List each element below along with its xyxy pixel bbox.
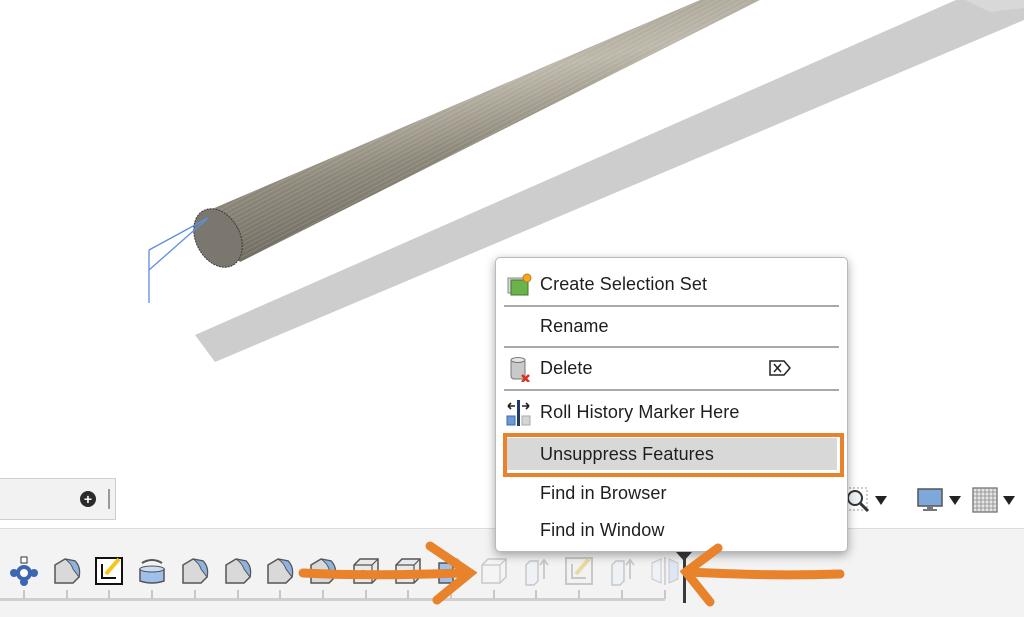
timeline-feature[interactable]: * <box>435 555 467 587</box>
timeline-feature[interactable] <box>51 555 83 587</box>
timeline-feature[interactable] <box>350 555 382 587</box>
browser-panel: + <box>0 478 116 520</box>
roll-history-marker-icon <box>506 400 531 426</box>
timeline-feature-suppressed[interactable] <box>520 555 552 587</box>
chevron-down-icon[interactable] <box>875 495 887 505</box>
menu-item-label: Roll History Marker Here <box>540 401 740 422</box>
timeline-tick <box>364 590 367 599</box>
timeline-tick <box>620 590 623 599</box>
extrude-icon <box>525 558 550 586</box>
menu-item-label: Find in Browser <box>540 482 667 503</box>
backspace-delete-key-icon <box>769 360 791 376</box>
display-settings-icon <box>917 488 943 511</box>
history-marker[interactable] <box>683 555 686 603</box>
joint-origin-icon <box>10 556 38 586</box>
menu-separator <box>504 346 839 348</box>
box-icon <box>395 558 422 584</box>
timeline-track <box>0 598 665 601</box>
timeline-tick <box>108 590 111 599</box>
fillet-icon <box>53 558 80 584</box>
timeline-tick <box>321 590 324 599</box>
timeline-tick <box>236 590 239 599</box>
timeline-feature[interactable] <box>392 555 424 587</box>
fillet-icon <box>310 558 337 584</box>
grid-settings-button[interactable] <box>972 486 1015 514</box>
grid-icon <box>972 487 998 513</box>
menu-item-create-selection-set[interactable]: Create Selection Set <box>504 267 839 301</box>
fillet-icon <box>267 558 294 584</box>
display-settings-button[interactable] <box>916 486 961 514</box>
timeline-feature-suppressed[interactable] <box>563 555 595 587</box>
timeline-tick <box>407 590 410 599</box>
menu-item-delete[interactable]: Delete <box>504 351 839 385</box>
chevron-down-icon[interactable] <box>1003 495 1015 505</box>
panel-resize-handle[interactable] <box>108 489 110 509</box>
menu-item-find-in-window[interactable]: Find in Window <box>504 513 839 547</box>
highlight-callout-box <box>503 433 844 477</box>
menu-item-label: Rename <box>540 315 609 336</box>
thread-icon: * <box>438 556 460 584</box>
sketch-icon <box>565 557 594 585</box>
timeline-feature[interactable] <box>136 555 168 587</box>
zoom-window-button[interactable] <box>844 486 887 514</box>
timeline-tick <box>65 590 68 599</box>
menu-separator <box>504 305 839 307</box>
timeline-feature-suppressed[interactable] <box>606 555 638 587</box>
menu-item-label: Delete <box>540 357 593 378</box>
timeline-feature[interactable] <box>264 555 296 587</box>
fillet-icon <box>224 558 251 584</box>
menu-item-find-in-browser[interactable]: Find in Browser <box>504 476 839 510</box>
chevron-down-icon[interactable] <box>949 495 961 505</box>
timeline-feature[interactable] <box>93 555 125 587</box>
navigation-toolbar <box>840 482 1024 518</box>
context-menu: Create Selection Set Rename Delete Roll … <box>495 257 848 552</box>
timeline-feature[interactable] <box>222 555 254 587</box>
fillet-icon <box>182 558 209 584</box>
extrude-icon <box>611 558 635 586</box>
timeline-tick <box>450 590 452 599</box>
menu-item-label: Create Selection Set <box>540 273 708 294</box>
timeline-tick <box>23 590 25 599</box>
delete-icon <box>510 357 530 382</box>
menu-separator <box>504 389 839 391</box>
timeline-tick <box>535 590 538 599</box>
timeline-feature[interactable] <box>8 555 40 587</box>
menu-item-roll-history-marker[interactable]: Roll History Marker Here <box>504 395 839 429</box>
revolve-icon <box>139 559 165 584</box>
timeline-tick <box>663 590 666 599</box>
timeline-tick <box>151 590 154 599</box>
box-icon <box>480 558 507 584</box>
timeline-feature[interactable] <box>307 555 339 587</box>
sketch-icon <box>95 557 124 585</box>
timeline-feature[interactable] <box>179 555 211 587</box>
timeline-tick <box>193 590 196 599</box>
plus-circle-icon[interactable]: + <box>80 491 96 507</box>
timeline-tick <box>279 590 282 599</box>
selection-set-icon <box>507 273 532 296</box>
timeline-feature-suppressed[interactable] <box>478 555 510 587</box>
hole-icon <box>352 558 379 584</box>
timeline-tick <box>578 590 581 599</box>
menu-item-label: Find in Window <box>540 519 665 540</box>
svg-text:*: * <box>455 556 460 570</box>
menu-item-rename[interactable]: Rename <box>504 309 839 343</box>
canvas-viewport[interactable]: + * Create Selection Set Rename Delete R… <box>0 0 1024 617</box>
timeline-tick <box>492 590 495 599</box>
